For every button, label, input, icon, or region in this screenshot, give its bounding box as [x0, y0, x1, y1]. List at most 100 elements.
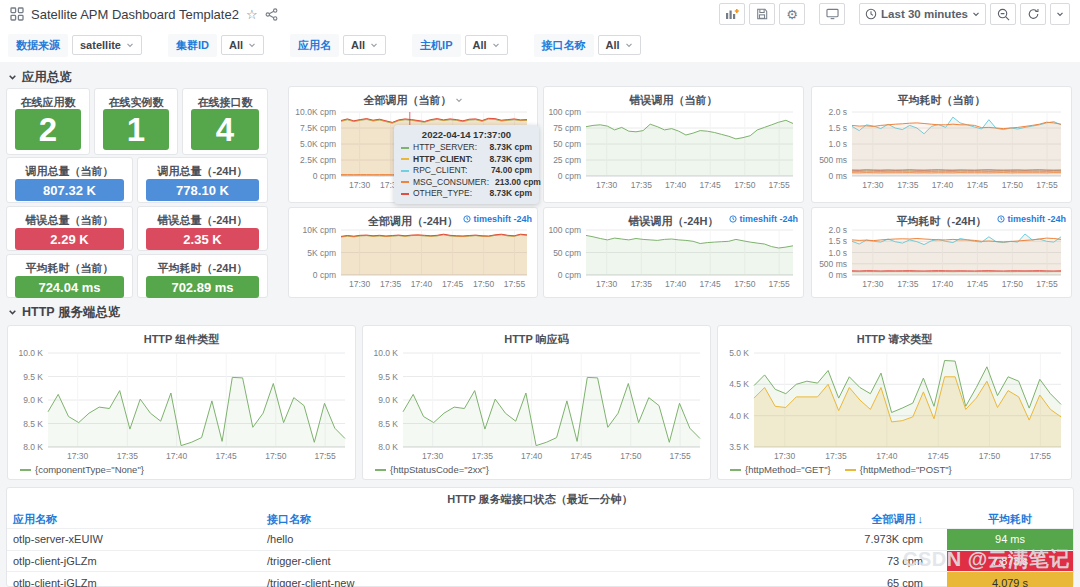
timeshift-badge[interactable]: timeshift -24h — [729, 214, 798, 224]
chart-panel-latency-now: 平均耗时（当前） 0 ms500 ms1.0 s1.5 s2.0 s17:301… — [811, 86, 1072, 203]
svg-text:100 cpm: 100 cpm — [548, 107, 581, 117]
svg-text:17:45: 17:45 — [571, 451, 593, 461]
errors-24h-chart[interactable]: 0 cpm50 cpm100 cpm17:3017:3517:4017:4517… — [544, 225, 801, 289]
filter-host-label: 主机IP — [412, 34, 460, 57]
svg-text:17:30: 17:30 — [862, 279, 884, 289]
legend-item[interactable]: {httpStatusCode="2xx"} — [375, 464, 489, 475]
svg-text:17:50: 17:50 — [1002, 180, 1024, 190]
svg-text:17:45: 17:45 — [928, 451, 950, 461]
legend-item[interactable]: {httpMethod="POST"} — [845, 464, 952, 475]
timeshift-badge[interactable]: timeshift -24h — [463, 214, 532, 224]
cell-avg-latency: 4.079 s — [947, 572, 1073, 587]
filter-endpoint-value[interactable]: All — [598, 35, 641, 55]
stat-value: 2.35 K — [146, 228, 259, 250]
svg-text:2.0 s: 2.0 s — [829, 225, 847, 235]
section-collapse-icon — [8, 73, 17, 82]
cell-app-name[interactable]: otlp-client-jGLZm — [7, 551, 255, 572]
panel-menu-caret-icon[interactable] — [455, 96, 463, 104]
cell-app-name[interactable]: otlp-client-jGLZm — [7, 572, 255, 587]
chart-panel-latency-24h: 平均耗时（-24H） timeshift -24h 0 ms500 ms1.0 … — [811, 207, 1072, 298]
dashboards-grid-icon[interactable] — [10, 7, 24, 21]
time-range-picker[interactable]: Last 30 minutes — [859, 3, 986, 25]
chart-legend[interactable]: {httpStatusCode="2xx"} — [375, 464, 489, 475]
sort-desc-icon: ↓ — [918, 513, 924, 525]
section-app-overview[interactable]: 应用总览 — [8, 69, 72, 86]
tv-mode-button[interactable] — [819, 3, 845, 25]
svg-text:50 cpm: 50 cpm — [553, 139, 581, 149]
svg-text:9.0 K: 9.0 K — [378, 395, 398, 405]
chart-legend[interactable]: {componentType="None"} — [20, 464, 144, 475]
filter-endpoint: 接口名称 All — [534, 34, 641, 57]
refresh-interval-dropdown[interactable] — [1050, 3, 1070, 25]
chart-panel-errors-now: 错误调用（当前） 0 cpm25 cpm50 cpm75 cpm100 cpm1… — [543, 86, 804, 203]
legend-item[interactable]: {httpMethod="GET"} — [730, 464, 831, 475]
svg-text:10.0 K: 10.0 K — [18, 348, 43, 358]
svg-text:100 cpm: 100 cpm — [548, 225, 581, 235]
cell-app-name[interactable]: otlp-server-xEUIW — [7, 529, 255, 550]
tooltip-series-row: MSG_CONSUMER:213.00 cpm — [401, 177, 532, 189]
save-dashboard-button[interactable] — [749, 3, 775, 25]
svg-text:10.0K cpm: 10.0K cpm — [295, 107, 336, 117]
svg-text:17:45: 17:45 — [700, 180, 722, 190]
filter-host-value[interactable]: All — [465, 35, 508, 55]
svg-text:3.5 K: 3.5 K — [729, 442, 749, 452]
zoom-out-button[interactable] — [990, 3, 1016, 25]
col-header-app-name[interactable]: 应用名称 — [7, 512, 255, 527]
tooltip-series-row: RPC_CLIENT:74.00 cpm — [401, 165, 532, 177]
http-request-type-chart[interactable]: 3.5 K4.0 K4.5 K5.0 K17:3017:3517:4017:45… — [718, 348, 1069, 461]
filter-app: 应用名 All — [290, 34, 386, 57]
chart-legend[interactable]: {httpMethod="GET"} {httpMethod="POST"} — [730, 464, 952, 475]
cell-endpoint-name[interactable]: /trigger-client — [255, 551, 787, 572]
section-collapse-icon — [8, 308, 17, 317]
svg-text:8.0 K: 8.0 K — [378, 442, 398, 452]
all-calls-24h-chart[interactable]: 0 cpm5K cpm10K cpm17:3017:3517:4017:4517… — [289, 225, 535, 289]
svg-text:17:35: 17:35 — [380, 279, 402, 289]
latency-now-chart[interactable]: 0 ms500 ms1.0 s1.5 s2.0 s17:3017:3517:40… — [812, 107, 1069, 190]
svg-text:17:30: 17:30 — [67, 451, 89, 461]
filter-datasource-value[interactable]: satellite — [72, 35, 142, 55]
stat-value: 4 — [191, 109, 259, 150]
col-header-total-calls[interactable]: 全部调用↓ — [787, 512, 947, 527]
cell-endpoint-name[interactable]: /trigger-client-new — [255, 572, 787, 587]
col-header-avg-latency[interactable]: 平均耗时 — [947, 512, 1073, 527]
panel-title: 平均耗时（-24H） — [138, 255, 267, 276]
panel-title: HTTP 组件类型 — [8, 326, 355, 347]
timeshift-badge[interactable]: timeshift -24h — [997, 214, 1066, 224]
stat-panel-errors-24h: 错误总量（-24H） 2.35 K — [137, 206, 268, 251]
panel-title: 在线应用数 — [7, 89, 89, 110]
svg-text:17:30: 17:30 — [596, 180, 618, 190]
col-header-endpoint-name[interactable]: 接口名称 — [255, 512, 787, 527]
svg-text:500 ms: 500 ms — [819, 259, 847, 269]
panel-title: HTTP 响应码 — [363, 326, 710, 347]
http-component-type-chart[interactable]: 8.0 K8.5 K9.0 K9.5 K10.0 K17:3017:3517:4… — [8, 348, 353, 461]
section-http-server-overview[interactable]: HTTP 服务端总览 — [8, 304, 120, 321]
svg-text:0 cpm: 0 cpm — [558, 171, 581, 181]
svg-text:17:30: 17:30 — [349, 279, 371, 289]
svg-text:8.5 K: 8.5 K — [378, 419, 398, 429]
cell-endpoint-name[interactable]: /hello — [255, 529, 787, 550]
legend-item[interactable]: {componentType="None"} — [20, 464, 144, 475]
filter-app-value[interactable]: All — [343, 35, 386, 55]
errors-now-chart[interactable]: 0 cpm25 cpm50 cpm75 cpm100 cpm17:3017:35… — [544, 107, 801, 190]
http-status-code-chart[interactable]: 8.0 K8.5 K9.0 K9.5 K10.0 K17:3017:3517:4… — [363, 348, 708, 461]
svg-text:9.5 K: 9.5 K — [378, 372, 398, 382]
stat-panel-online-endpoints: 在线接口数 4 — [182, 88, 268, 155]
svg-text:1.0 s: 1.0 s — [829, 139, 847, 149]
chart-panel-all-calls-now: 全部调用（当前） 0 cpm2.5K cpm5.0K cpm7.5K cpm10… — [288, 86, 538, 203]
panel-title: 全部调用（当前） — [363, 94, 451, 106]
stat-panel-latency-now: 平均耗时（当前） 724.04 ms — [6, 254, 133, 298]
filter-cluster-value[interactable]: All — [221, 35, 264, 55]
dashboard-settings-button[interactable]: ⚙ — [779, 3, 805, 25]
add-panel-button[interactable] — [719, 3, 745, 25]
svg-text:17:30: 17:30 — [349, 180, 371, 190]
star-icon[interactable]: ☆ — [246, 7, 258, 22]
latency-24h-chart[interactable]: 0 ms500 ms1.0 s1.5 s2.0 s17:3017:3517:40… — [812, 225, 1069, 289]
svg-text:0 cpm: 0 cpm — [313, 270, 336, 280]
chart-panel-all-calls-24h: 全部调用（-24H） timeshift -24h 0 cpm5K cpm10K… — [288, 207, 538, 298]
refresh-button[interactable] — [1020, 3, 1046, 25]
share-icon[interactable] — [265, 8, 278, 21]
tooltip-time: 2022-04-14 17:37:00 — [401, 129, 532, 140]
svg-text:17:55: 17:55 — [1036, 279, 1058, 289]
svg-text:8.5 K: 8.5 K — [23, 419, 43, 429]
svg-text:75 cpm: 75 cpm — [553, 123, 581, 133]
